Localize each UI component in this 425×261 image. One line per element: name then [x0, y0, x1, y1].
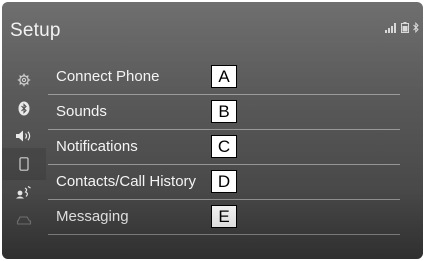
sidebar-item-vehicle[interactable]: [2, 204, 46, 236]
speaker-icon: [15, 129, 33, 143]
page-title: Setup: [10, 20, 61, 41]
menu-item-contacts-call-history[interactable]: Contacts/Call History D: [48, 165, 400, 200]
menu-item-label: Messaging: [56, 208, 129, 225]
menu-item-notifications[interactable]: Notifications C: [48, 130, 400, 165]
gear-icon: [17, 73, 31, 87]
setup-screen: Setup Connect Phone A Sounds B Notificat…: [2, 2, 423, 259]
voice-icon: [15, 185, 33, 199]
callout-label: A: [211, 65, 237, 88]
bluetooth-icon: [18, 101, 30, 116]
callout-label: E: [211, 205, 237, 228]
menu-item-label: Connect Phone: [56, 68, 160, 85]
callout-label: D: [211, 170, 237, 193]
signal-icon: [385, 22, 397, 33]
menu-item-messaging[interactable]: Messaging E: [48, 200, 400, 235]
callout-label: B: [211, 100, 237, 123]
battery-icon: [401, 22, 409, 33]
menu-item-label: Contacts/Call History: [56, 173, 197, 190]
menu-item-label: Sounds: [56, 103, 107, 120]
callout-label: C: [211, 135, 237, 158]
phone-icon: [19, 157, 29, 171]
car-icon: [16, 214, 32, 226]
menu-item-connect-phone[interactable]: Connect Phone A: [48, 60, 400, 95]
bluetooth-icon: [413, 22, 419, 33]
menu-item-label: Notifications: [56, 138, 138, 155]
menu-item-sounds[interactable]: Sounds B: [48, 95, 400, 130]
sidebar: [2, 64, 46, 259]
setup-menu: Connect Phone A Sounds B Notifications C…: [48, 60, 400, 235]
status-bar: [385, 22, 419, 33]
